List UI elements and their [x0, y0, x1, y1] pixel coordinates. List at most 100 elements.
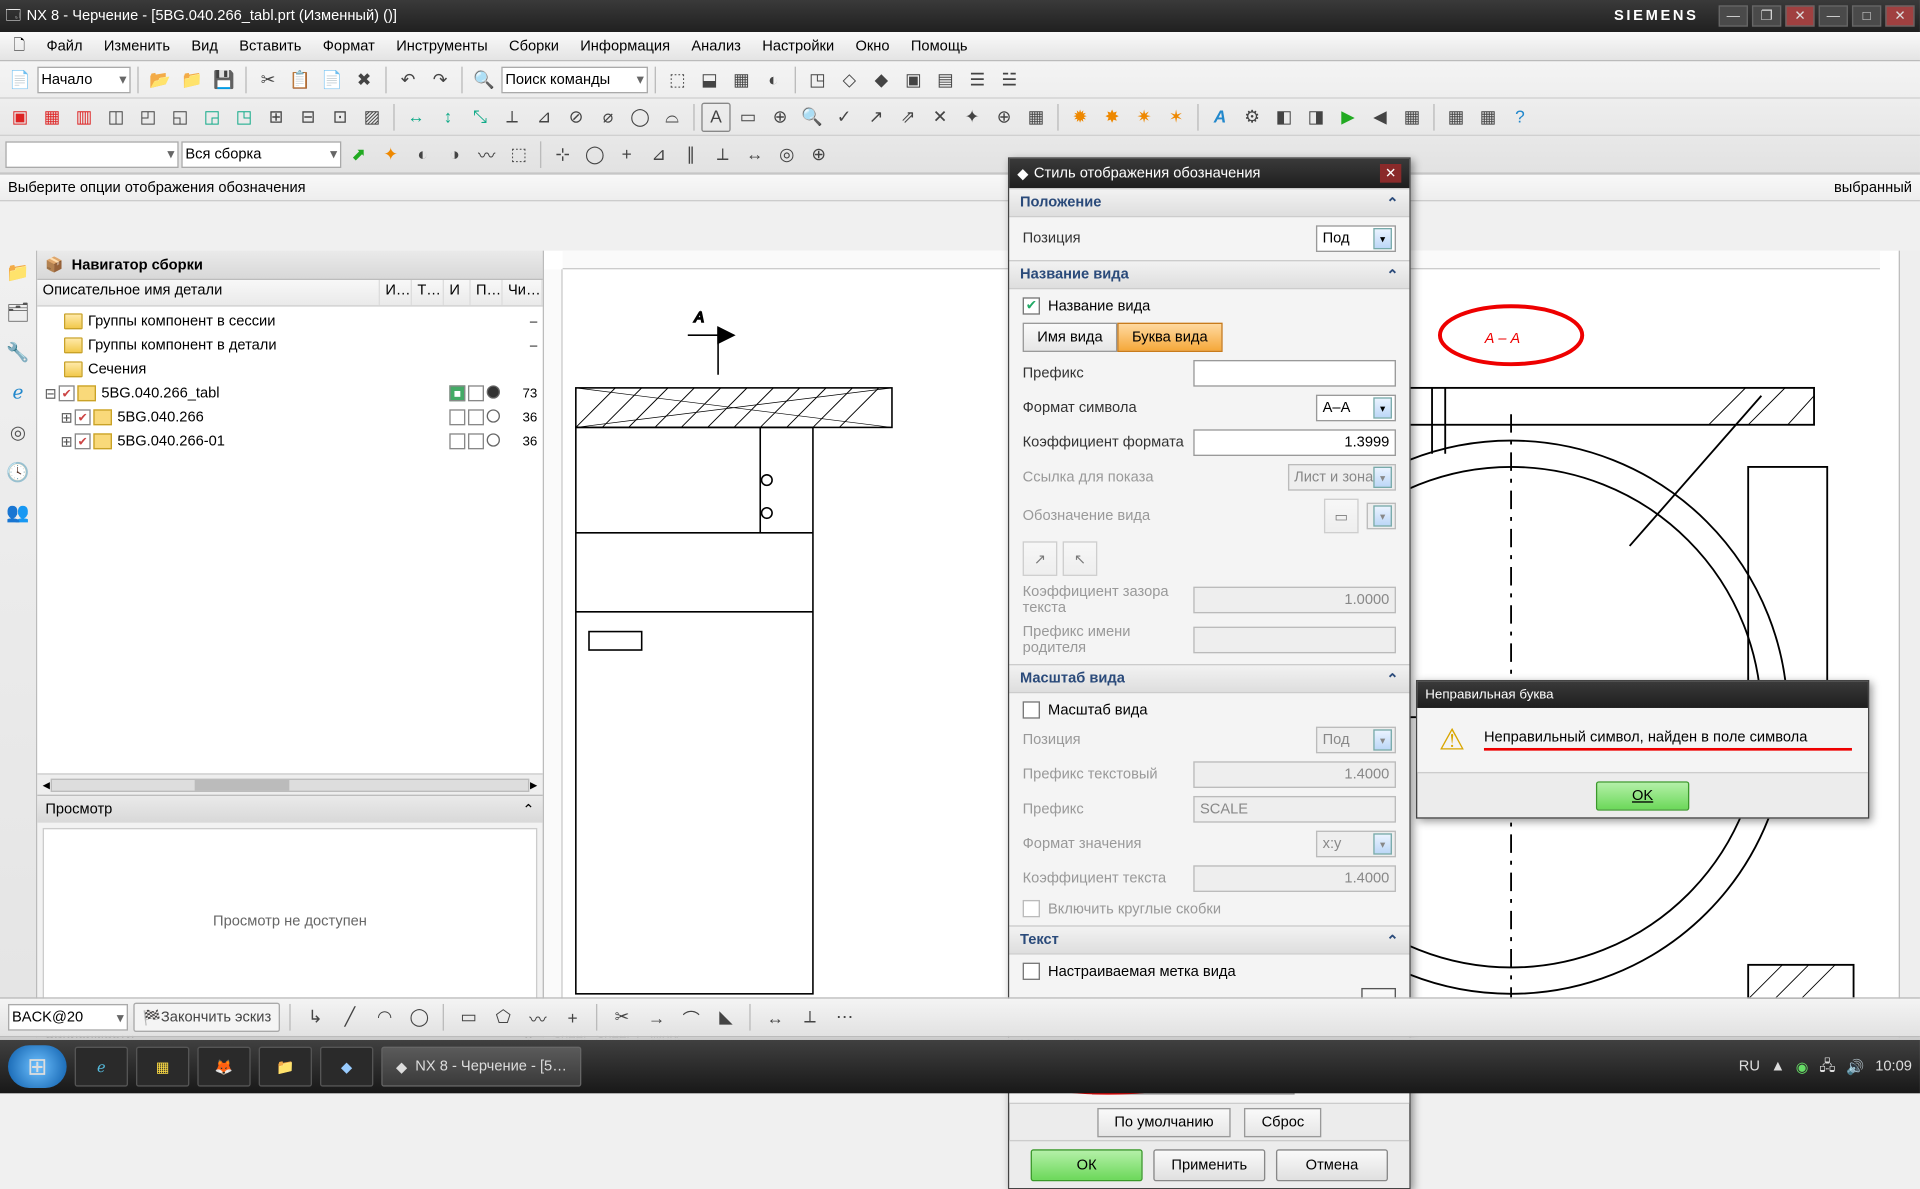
- finish-sketch-icon[interactable]: 🏁 Закончить эскиз: [133, 1003, 280, 1032]
- format-factor-input[interactable]: [1193, 429, 1396, 456]
- t2-dim3-icon[interactable]: ⤡: [465, 102, 494, 131]
- t2-12-icon[interactable]: ▨: [357, 102, 386, 131]
- tree-row[interactable]: ⊞✔5BG.040.266-0136: [37, 429, 542, 453]
- taskbar-nx-task[interactable]: ◆NX 8 - Черчение - [5…: [381, 1047, 581, 1087]
- msgbox-title[interactable]: Неправильная буква: [1417, 681, 1868, 708]
- t2-note-icon[interactable]: A: [701, 102, 730, 131]
- t2-5-icon[interactable]: ◰: [133, 102, 162, 131]
- menu-assemblies[interactable]: Сборки: [498, 35, 569, 56]
- sk-profile-icon[interactable]: ↳: [301, 1003, 330, 1032]
- t3-4-icon[interactable]: ◑: [440, 139, 469, 168]
- t3-9-icon[interactable]: +: [612, 139, 641, 168]
- selection-filter[interactable]: ▾: [5, 141, 178, 168]
- t2-c7-icon[interactable]: ▦: [1397, 102, 1426, 131]
- view-name-button[interactable]: Имя вида: [1023, 323, 1118, 352]
- tb-j-icon[interactable]: ☰: [963, 65, 992, 94]
- tb-d-icon[interactable]: ◐: [759, 65, 788, 94]
- ok-button[interactable]: ОК: [1031, 1149, 1143, 1181]
- t2-dim2-icon[interactable]: ↕: [433, 102, 462, 131]
- delete-icon[interactable]: ✖: [349, 65, 378, 94]
- restore-button[interactable]: ❐: [1752, 5, 1781, 26]
- tb-i-icon[interactable]: ▤: [931, 65, 960, 94]
- tray-vol-icon[interactable]: 🔊: [1846, 1058, 1864, 1075]
- paste-icon[interactable]: 📄: [317, 65, 346, 94]
- tree-row[interactable]: Группы компонент в детали–: [37, 333, 542, 357]
- rail-part-icon[interactable]: 🗂: [5, 299, 32, 326]
- taskbar-nx-icon[interactable]: ◆: [320, 1047, 373, 1087]
- t2-b2-icon[interactable]: ✸: [1097, 102, 1126, 131]
- menu-help[interactable]: Помощь: [900, 35, 978, 56]
- checkbox-icon[interactable]: ✔: [75, 433, 91, 449]
- sk-fillet-icon[interactable]: ⌒: [677, 1003, 706, 1032]
- open-icon[interactable]: 📂: [145, 65, 174, 94]
- t3-8-icon[interactable]: ◯: [580, 139, 609, 168]
- tb-h-icon[interactable]: ▣: [899, 65, 928, 94]
- clock[interactable]: 10:09: [1875, 1059, 1912, 1075]
- menu-format[interactable]: Формат: [312, 35, 385, 56]
- t2-dim6-icon[interactable]: ⊘: [561, 102, 590, 131]
- copy-icon[interactable]: 📋: [285, 65, 314, 94]
- t3-2-icon[interactable]: ✦: [376, 139, 405, 168]
- t2-2-icon[interactable]: ▦: [37, 102, 66, 131]
- taskbar-explorer-icon[interactable]: 📁: [259, 1047, 312, 1087]
- tb-g-icon[interactable]: ◆: [867, 65, 896, 94]
- t2-c2-icon[interactable]: ⚙: [1237, 102, 1266, 131]
- rail-hd3d-icon[interactable]: ◎: [5, 419, 32, 446]
- start-button[interactable]: ⊞: [8, 1045, 67, 1088]
- sk-point-icon[interactable]: +: [558, 1003, 587, 1032]
- checkbox-icon[interactable]: ✔: [59, 385, 75, 401]
- sketch-combo[interactable]: BACK@20▾: [8, 1004, 128, 1031]
- t2-a7-icon[interactable]: ⇗: [893, 102, 922, 131]
- t2-b1-icon[interactable]: ✹: [1065, 102, 1094, 131]
- tree-row[interactable]: Группы компонент в сессии–: [37, 309, 542, 333]
- t2-a3-icon[interactable]: ⊕: [765, 102, 794, 131]
- t2-a2-icon[interactable]: ▭: [733, 102, 762, 131]
- navigator-tree[interactable]: Группы компонент в сессии– Группы компон…: [37, 307, 542, 774]
- t2-d1-icon[interactable]: ▦: [1441, 102, 1470, 131]
- section-viewname[interactable]: Название вида⌃: [1009, 260, 1409, 289]
- sk-trim-icon[interactable]: ✂: [607, 1003, 636, 1032]
- t2-dim7-icon[interactable]: ⌀: [593, 102, 622, 131]
- col-1[interactable]: И…: [380, 280, 412, 305]
- maximize-button[interactable]: □: [1852, 5, 1881, 26]
- menu-window[interactable]: Окно: [845, 35, 900, 56]
- collapse-icon[interactable]: ⌃: [522, 801, 534, 818]
- prefix-input[interactable]: [1193, 360, 1396, 387]
- rail-history-icon[interactable]: 🕓: [5, 459, 32, 486]
- tb-c-icon[interactable]: ▦: [727, 65, 756, 94]
- tb-b-icon[interactable]: ⬓: [695, 65, 724, 94]
- t2-b3-icon[interactable]: ✷: [1129, 102, 1158, 131]
- sk-chamfer-icon[interactable]: ◣: [711, 1003, 740, 1032]
- default-button[interactable]: По умолчанию: [1097, 1107, 1231, 1136]
- menu-analysis[interactable]: Анализ: [681, 35, 752, 56]
- t2-d2-icon[interactable]: ▦: [1473, 102, 1502, 131]
- redo-icon[interactable]: ↷: [425, 65, 454, 94]
- col-2[interactable]: Т…: [412, 280, 444, 305]
- t2-c3-icon[interactable]: ◧: [1269, 102, 1298, 131]
- tray-net-icon[interactable]: 🖧: [1819, 1054, 1835, 1079]
- t3-1-icon[interactable]: ⬈: [344, 139, 373, 168]
- viewname-checkbox[interactable]: ✔: [1023, 297, 1040, 314]
- app-menu-icon[interactable]: 🗋: [3, 31, 36, 62]
- menu-tools[interactable]: Инструменты: [386, 35, 499, 56]
- t2-c4-icon[interactable]: ◨: [1301, 102, 1330, 131]
- tb-e-icon[interactable]: ◳: [803, 65, 832, 94]
- sk-rect-icon[interactable]: ▭: [454, 1003, 483, 1032]
- tree-row[interactable]: ⊞✔5BG.040.26636: [37, 405, 542, 429]
- section-text[interactable]: Текст⌃: [1009, 925, 1409, 954]
- rail-web-icon[interactable]: ℯ: [5, 379, 32, 406]
- t2-c1-icon[interactable]: A: [1205, 102, 1234, 131]
- t2-3-icon[interactable]: ▥: [69, 102, 98, 131]
- vscroll[interactable]: [1899, 251, 1920, 1048]
- t2-dim5-icon[interactable]: ⊿: [529, 102, 558, 131]
- section-scale[interactable]: Масштаб вида⌃: [1009, 664, 1409, 693]
- t2-a9-icon[interactable]: ✦: [957, 102, 986, 131]
- t2-c5-icon[interactable]: ▶: [1333, 102, 1362, 131]
- t2-10-icon[interactable]: ⊟: [293, 102, 322, 131]
- tree-row[interactable]: Сечения: [37, 357, 542, 381]
- dialog-close-icon[interactable]: ✕: [1380, 164, 1401, 183]
- rail-nav-icon[interactable]: 📁: [5, 259, 32, 286]
- assembly-filter[interactable]: Вся сборка▾: [181, 141, 341, 168]
- tb-k-icon[interactable]: ☱: [995, 65, 1024, 94]
- t3-10-icon[interactable]: ⊿: [644, 139, 673, 168]
